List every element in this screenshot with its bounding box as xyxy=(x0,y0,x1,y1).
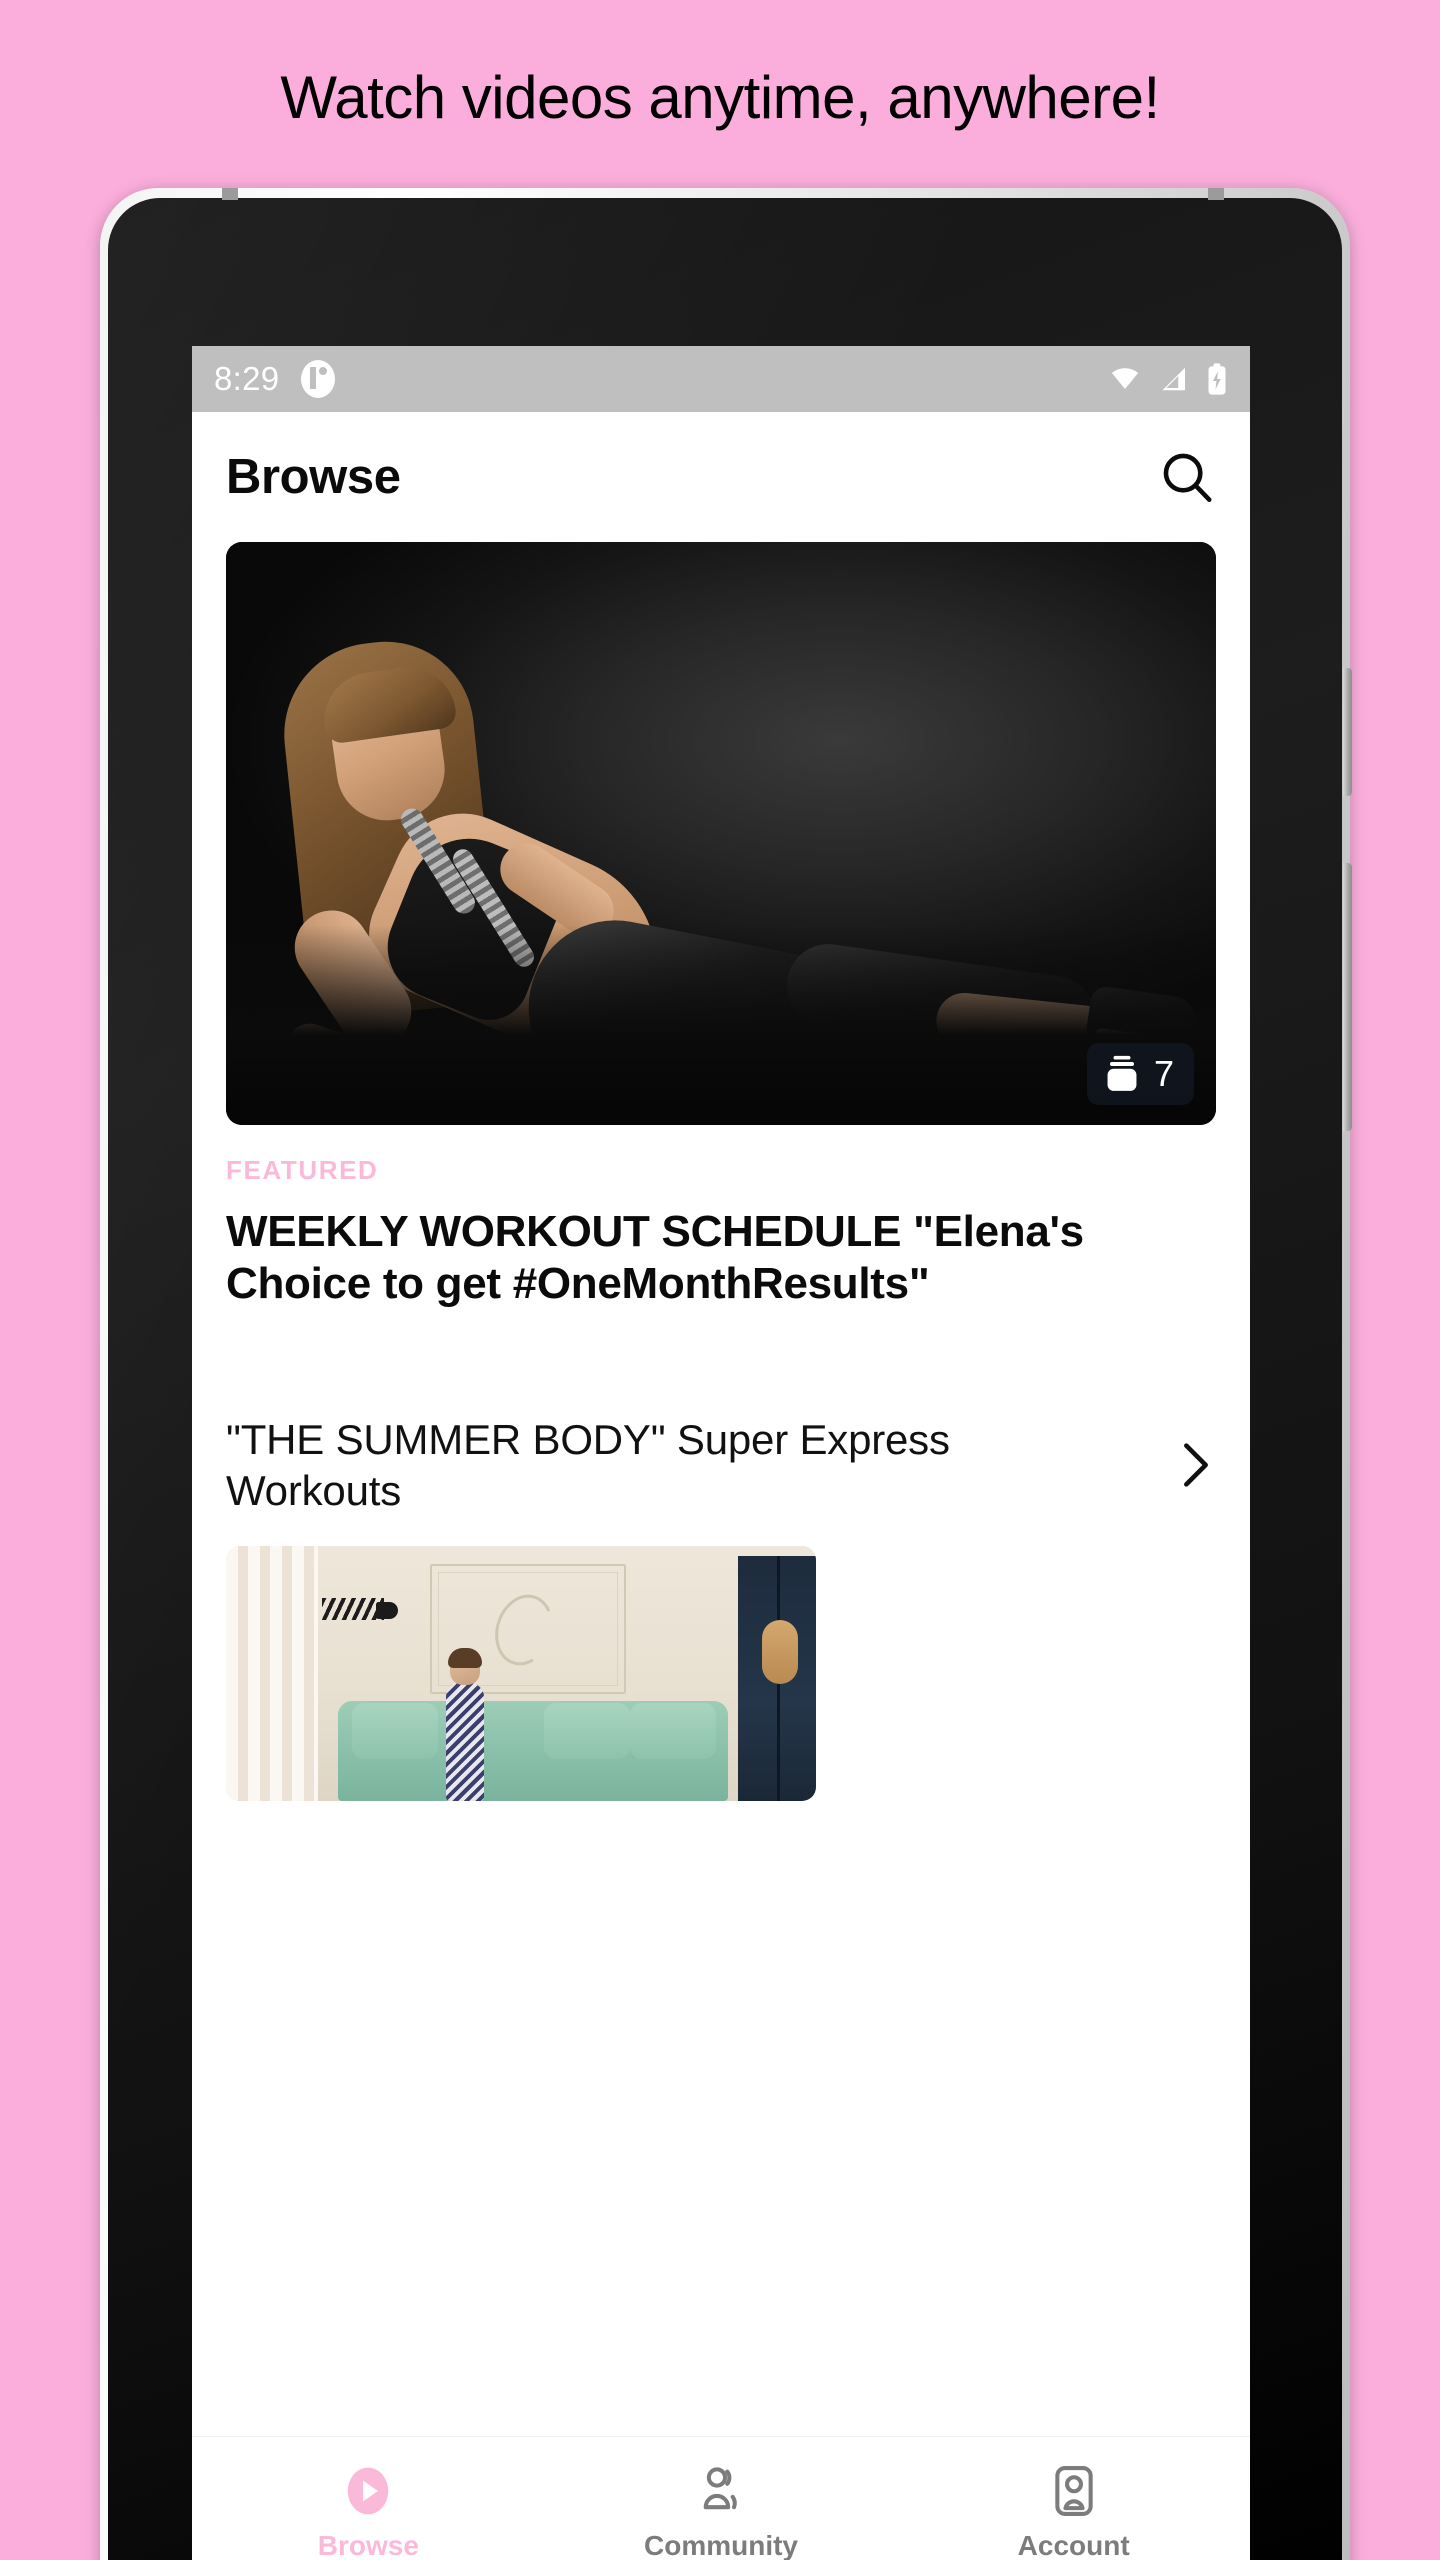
volume-rocker-button[interactable] xyxy=(1343,668,1352,796)
status-bar: 8:29 xyxy=(192,346,1250,412)
featured-text-block[interactable]: FEATURED WEEKLY WORKOUT SCHEDULE "Elena'… xyxy=(192,1125,1250,1310)
frame-antenna-notch-right xyxy=(1208,188,1224,200)
status-icons xyxy=(1106,362,1228,396)
phone-device-mockup: 8:29 Browse 7 FEATURED WEEKLY WORKOUT SC… xyxy=(100,188,1352,2560)
video-count-value: 7 xyxy=(1153,1053,1174,1094)
app-notification-icon xyxy=(301,360,336,398)
power-button[interactable] xyxy=(1343,863,1352,1131)
video-stack-icon xyxy=(1107,1055,1137,1091)
tab-community[interactable]: Community xyxy=(545,2464,898,2560)
promo-headline: Watch videos anytime, anywhere! xyxy=(280,64,1160,131)
wifi-icon xyxy=(1111,368,1139,389)
tab-browse-label: Browse xyxy=(317,2529,419,2560)
section-title: "THE SUMMER BODY" Super Express Workouts xyxy=(226,1415,950,1515)
featured-title: WEEKLY WORKOUT SCHEDULE "Elena's Choice … xyxy=(226,1207,1084,1308)
status-time: 8:29 xyxy=(214,360,280,397)
tab-browse[interactable]: Browse xyxy=(192,2464,545,2560)
hero-image xyxy=(226,542,1216,1125)
tab-community-label: Community xyxy=(644,2529,798,2560)
workout-thumbnail-card[interactable] xyxy=(226,1546,816,1802)
video-count-badge: 7 xyxy=(1086,1043,1194,1105)
section-header-row[interactable]: "THE SUMMER BODY" Super Express Workouts xyxy=(192,1414,1250,1516)
tab-account[interactable]: Account xyxy=(897,2464,1250,2560)
featured-kicker: FEATURED xyxy=(226,1155,379,1185)
play-circle-icon xyxy=(348,2467,389,2514)
featured-hero-card[interactable]: 7 xyxy=(226,542,1216,1125)
search-icon[interactable] xyxy=(1158,448,1216,506)
bottom-tab-bar: Browse Community Account xyxy=(192,2436,1250,2560)
section-thumbnail-row[interactable] xyxy=(192,1546,1250,1802)
phone-screen: 8:29 Browse 7 FEATURED WEEKLY WORKOUT SC… xyxy=(192,346,1250,2560)
tab-account-label: Account xyxy=(1017,2529,1130,2560)
chevron-right-icon[interactable] xyxy=(1176,1436,1216,1494)
app-header: Browse xyxy=(192,412,1250,542)
page-title: Browse xyxy=(226,450,401,504)
frame-antenna-notch-left xyxy=(222,188,238,200)
cellular-signal-icon xyxy=(1162,367,1185,391)
battery-charging-icon xyxy=(1208,363,1226,395)
people-icon xyxy=(703,2466,737,2509)
account-card-icon xyxy=(1054,2465,1093,2516)
